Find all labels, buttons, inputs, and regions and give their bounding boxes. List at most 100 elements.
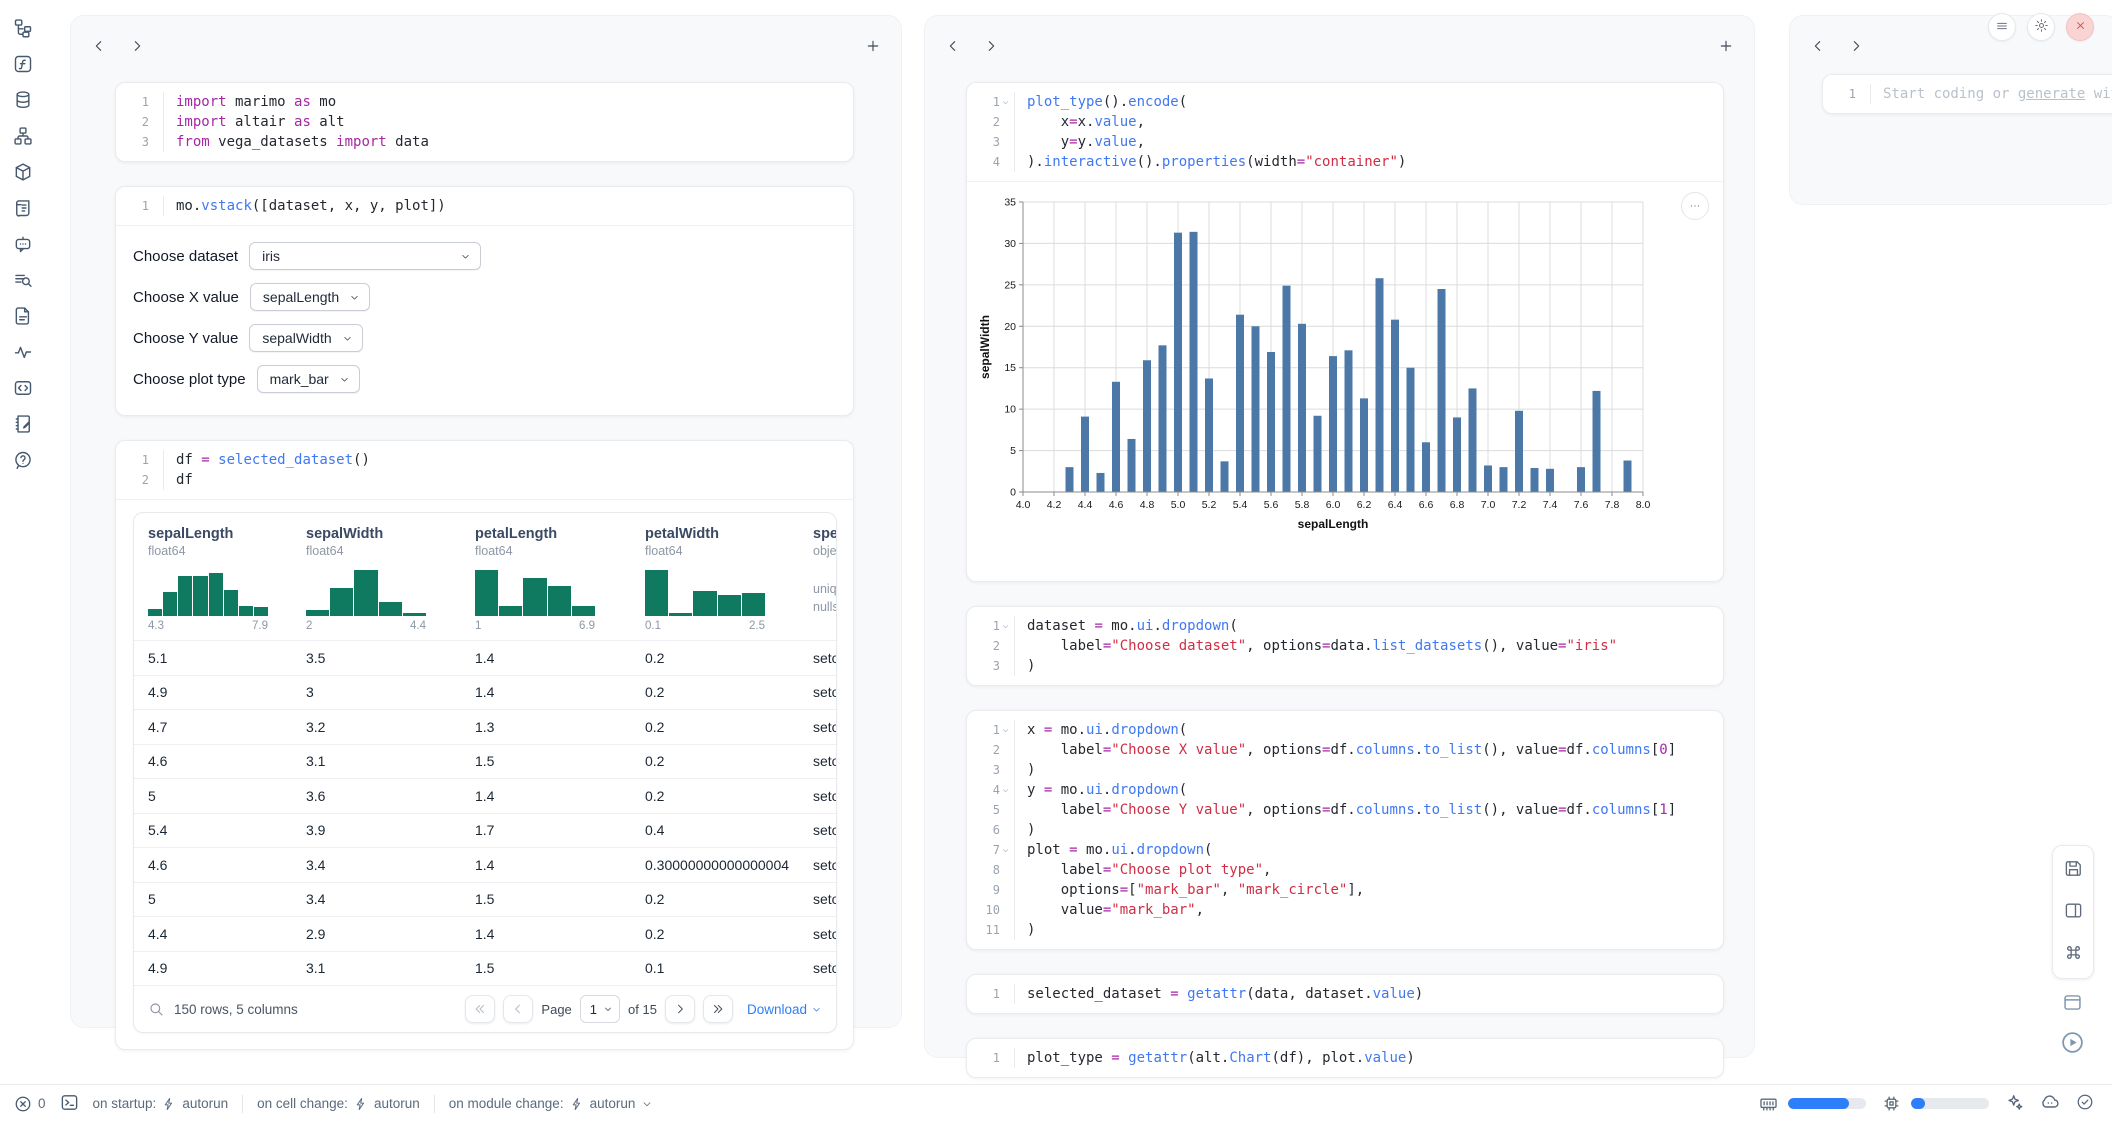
run-mode-on-startup[interactable]: on startup:autorun [93, 1096, 229, 1111]
keyboard-shortcuts-button[interactable] [2053, 933, 2093, 975]
column-header-petalLength[interactable]: petalLengthfloat6416.9 [461, 513, 631, 640]
choose-plot-type-select[interactable]: mark_bar [257, 365, 360, 393]
scroll-left-button[interactable] [1810, 38, 1826, 57]
scroll-left-button[interactable] [91, 38, 107, 57]
last-page-button[interactable] [703, 995, 733, 1023]
sidebar-item-documentation[interactable] [0, 298, 46, 334]
code-editor[interactable]: 1mo.vstack([dataset, x, y, plot]) [116, 187, 853, 225]
bolt-icon [570, 1097, 584, 1111]
code-editor[interactable]: 1selected_dataset = getattr(data, datase… [967, 975, 1723, 1013]
run-all-button[interactable] [2054, 1026, 2090, 1062]
settings-button[interactable] [2027, 13, 2055, 41]
table-row[interactable]: 5.43.91.70.4setosa [134, 813, 836, 848]
choose-dataset-select[interactable]: iris [249, 242, 481, 270]
next-page-button[interactable] [665, 995, 695, 1023]
line-number: 2 [967, 112, 1015, 132]
sidebar-item-help[interactable] [0, 442, 46, 478]
sidebar-item-ai-chat[interactable] [0, 226, 46, 262]
cloud-button[interactable] [2040, 1092, 2060, 1115]
choose-y-value-select[interactable]: sepalWidth [249, 324, 362, 352]
app-view-button[interactable] [2054, 986, 2090, 1022]
ai-assist-button[interactable] [2005, 1093, 2024, 1115]
save-button[interactable] [2053, 849, 2093, 891]
page-select[interactable]: 1 [580, 995, 620, 1023]
sidebar-item-dependency-graph[interactable] [0, 118, 46, 154]
add-cell-button[interactable] [1718, 38, 1734, 57]
download-button[interactable]: Download [747, 1002, 822, 1017]
chart-options-button[interactable] [1681, 192, 1709, 220]
line-number: 1 [116, 450, 164, 470]
table-row[interactable]: 4.63.41.40.30000000000000004setosa [134, 847, 836, 882]
code-editor[interactable]: 1 Start coding or generate with [1823, 75, 2112, 113]
table-cell: 0.30000000000000004 [631, 848, 799, 882]
table-row[interactable]: 4.73.21.30.2setosa [134, 709, 836, 744]
table-row[interactable]: 53.41.50.2setosa [134, 882, 836, 917]
sidebar-item-tracing[interactable] [0, 334, 46, 370]
choose-x-value-select[interactable]: sepalLength [250, 283, 370, 311]
plot-type-cell: 1plot_type = getattr(alt.Chart(df), plot… [966, 1038, 1724, 1078]
scroll-right-button[interactable] [129, 38, 145, 57]
terminal-button[interactable] [60, 1093, 79, 1115]
line-number: 4 [967, 780, 1015, 800]
sidebar-item-functions[interactable] [0, 46, 46, 82]
tracing-icon [13, 342, 33, 362]
line-number: 6 [967, 820, 1015, 840]
column-header-species[interactable]: speciesobjectunique:nulls: [799, 513, 836, 640]
column-header-sepalWidth[interactable]: sepalWidthfloat6424.4 [292, 513, 461, 640]
table-row[interactable]: 5.13.51.40.2setosa [134, 640, 836, 675]
menu-button[interactable] [1988, 13, 2016, 41]
sidebar-item-scratchpad[interactable] [0, 262, 46, 298]
code-editor[interactable]: 1plot_type = getattr(alt.Chart(df), plot… [967, 1039, 1723, 1077]
connection-status-button[interactable] [2076, 1093, 2094, 1114]
code-editor[interactable]: 1df = selected_dataset()2df [116, 441, 853, 499]
fold-icon [1001, 786, 1011, 795]
cell-output: sepalLengthfloat644.37.9sepalWidthfloat6… [116, 499, 853, 1049]
column-header-petalWidth[interactable]: petalWidthfloat640.12.5 [631, 513, 799, 640]
sidebar-item-logs[interactable] [0, 190, 46, 226]
code-line: ) [1015, 920, 1035, 940]
code-editor[interactable]: 1import marimo as mo2import altair as al… [116, 83, 853, 161]
table-cell: 1.4 [461, 779, 631, 813]
play-circle-icon [2060, 1030, 2085, 1058]
scroll-right-button[interactable] [1848, 38, 1864, 57]
code-editor[interactable]: 1x = mo.ui.dropdown(2 label="Choose X va… [967, 711, 1723, 949]
code-editor[interactable]: 1dataset = mo.ui.dropdown(2 label="Choos… [967, 607, 1723, 685]
page-total: of 15 [628, 1002, 657, 1017]
ai-chat-icon [13, 234, 33, 254]
table-cell: 4.9 [134, 676, 292, 710]
code-editor[interactable]: 1plot_type().encode(2 x=x.value,3 y=y.va… [967, 83, 1723, 181]
table-row[interactable]: 4.42.91.40.2setosa [134, 916, 836, 951]
table-cell: 3.2 [292, 710, 461, 744]
scroll-left-button[interactable] [945, 38, 961, 57]
scroll-right-button[interactable] [983, 38, 999, 57]
dependency-graph-icon [13, 126, 33, 146]
add-cell-button[interactable] [865, 38, 881, 57]
first-page-button[interactable] [465, 995, 495, 1023]
sidebar-item-datasources[interactable] [0, 82, 46, 118]
column-1-nav [91, 38, 145, 57]
svg-text:6.0: 6.0 [1326, 499, 1341, 511]
table-row[interactable]: 4.63.11.50.2setosa [134, 744, 836, 779]
layout-toggle-button[interactable] [2053, 891, 2093, 933]
sidebar-item-packages[interactable] [0, 154, 46, 190]
table-row[interactable]: 53.61.40.2setosa [134, 778, 836, 813]
generate-link[interactable]: generate [2018, 86, 2085, 102]
run-mode-on-module-change[interactable]: on module change:autorun [449, 1096, 654, 1111]
search-icon[interactable] [148, 1001, 164, 1017]
run-mode-on-cell-change[interactable]: on cell change:autorun [257, 1096, 420, 1111]
shutdown-button[interactable] [2066, 13, 2094, 41]
sidebar-item-notebook[interactable] [0, 406, 46, 442]
prev-page-button[interactable] [503, 995, 533, 1023]
chevron-left-icon [1810, 38, 1826, 57]
svg-text:7.4: 7.4 [1543, 499, 1558, 511]
table-row[interactable]: 4.93.11.50.1setosa [134, 951, 836, 986]
table-row[interactable]: 4.931.40.2setosa [134, 675, 836, 710]
column-header-sepalLength[interactable]: sepalLengthfloat644.37.9 [134, 513, 292, 640]
table-cell: 5 [134, 779, 292, 813]
sidebar-item-file-explorer[interactable] [0, 10, 46, 46]
svg-text:20: 20 [1004, 321, 1016, 333]
error-count-indicator[interactable]: 0 [14, 1095, 46, 1113]
terminal-icon [60, 1093, 79, 1115]
sidebar-item-snippets[interactable] [0, 370, 46, 406]
code-line: y=y.value, [1015, 132, 1145, 152]
